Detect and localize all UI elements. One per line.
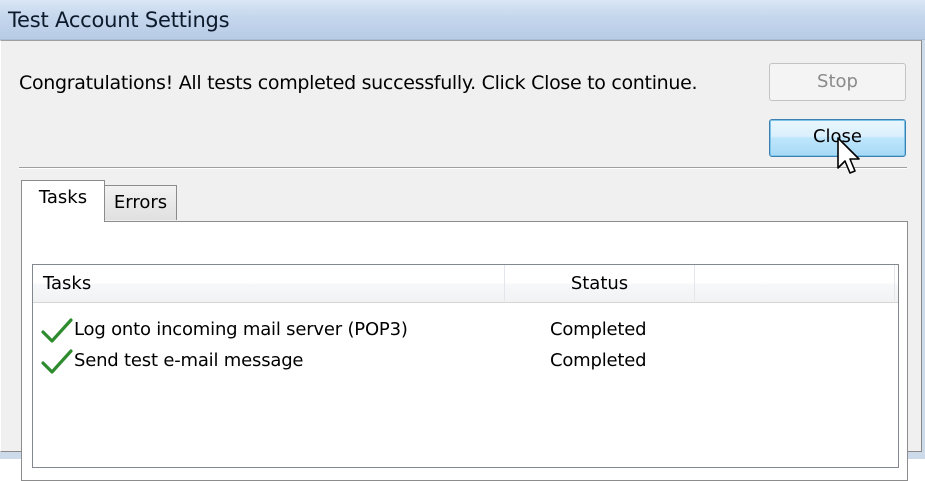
list-header: Tasks Status <box>33 265 898 303</box>
dialog-body: Congratulations! All tests completed suc… <box>0 40 922 481</box>
task-status: Completed <box>550 350 647 371</box>
task-name: Log onto incoming mail server (POP3) <box>74 319 408 340</box>
column-header-status[interactable]: Status <box>505 265 695 301</box>
table-row[interactable]: Send test e-mail message Completed <box>33 346 898 376</box>
green-check-icon <box>41 349 73 374</box>
column-header-tasks[interactable]: Tasks <box>33 265 505 301</box>
column-header-empty[interactable] <box>695 265 895 301</box>
tab-errors[interactable]: Errors <box>105 185 177 220</box>
task-status: Completed <box>550 319 647 340</box>
tasks-list-view[interactable]: Tasks Status Log onto incoming mail serv… <box>32 264 899 468</box>
green-check-icon <box>41 318 73 343</box>
close-button[interactable]: Close <box>769 119 906 157</box>
tab-tasks[interactable]: Tasks <box>21 180 105 222</box>
table-row[interactable]: Log onto incoming mail server (POP3) Com… <box>33 315 898 345</box>
tasks-tab-panel: Tasks Status Log onto incoming mail serv… <box>21 221 908 481</box>
stop-button[interactable]: Stop <box>769 63 906 101</box>
test-account-settings-window: Test Account Settings Congratulations! A… <box>0 0 925 481</box>
title-bar[interactable]: Test Account Settings <box>0 0 925 40</box>
status-message: Congratulations! All tests completed suc… <box>19 72 698 94</box>
separator-line <box>19 167 907 169</box>
task-name: Send test e-mail message <box>74 350 304 371</box>
window-title: Test Account Settings <box>8 8 230 32</box>
